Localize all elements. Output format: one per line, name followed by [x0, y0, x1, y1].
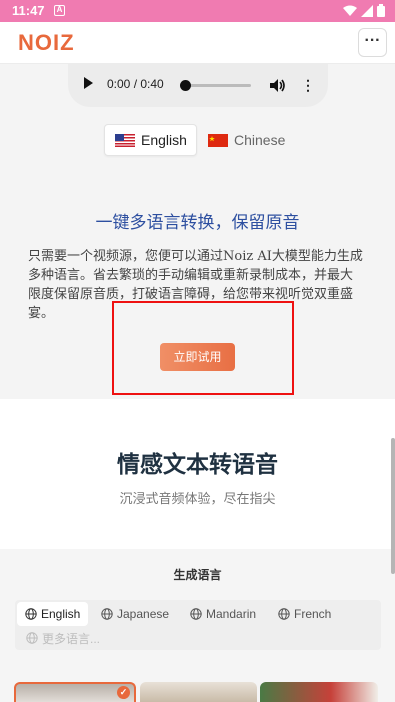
- status-icons: [343, 4, 385, 17]
- globe-icon: [101, 608, 113, 620]
- tag-label: English: [41, 607, 81, 621]
- voice-thumbnail[interactable]: [260, 682, 378, 702]
- signal-icon: [361, 4, 373, 17]
- more-menu-button[interactable]: ···: [358, 28, 387, 57]
- feature-description: 只需要一个视频源，您便可以通过Noiz AI大模型能力生成多种语言。省去繁琐的手…: [28, 249, 363, 321]
- tag-label: Mandarin: [206, 607, 257, 621]
- section-subtitle: 沉浸式音频体验，尽在指尖: [119, 492, 276, 507]
- us-flag-icon: [115, 133, 135, 147]
- cn-flag-icon: [208, 133, 228, 147]
- language-option-chinese[interactable]: Chinese: [206, 124, 291, 156]
- app-header: NOIZ ···: [0, 22, 395, 64]
- seek-bar[interactable]: [181, 84, 251, 87]
- globe-icon: [26, 632, 38, 644]
- seek-thumb[interactable]: [180, 80, 191, 91]
- globe-icon: [25, 608, 37, 620]
- noiz-logo[interactable]: NOIZ: [18, 30, 75, 56]
- voice-thumbnail[interactable]: [140, 682, 257, 702]
- notification-icon: A: [54, 5, 65, 16]
- player-options-icon[interactable]: ⋮: [301, 77, 315, 94]
- status-time: 11:47: [12, 3, 45, 18]
- wifi-icon: [343, 5, 357, 16]
- tag-label: Japanese: [117, 607, 170, 621]
- tag-english[interactable]: English: [17, 602, 89, 626]
- language-option-label: Chinese: [234, 132, 286, 148]
- volume-icon[interactable]: [270, 78, 286, 93]
- tag-mandarin[interactable]: Mandarin: [190, 602, 256, 626]
- status-bar: 11:47 A: [0, 0, 395, 22]
- tag-label: French: [294, 607, 332, 621]
- more-languages-label: 更多语言...: [42, 631, 101, 646]
- feature-headline: 一键多语言转换，保留原音: [95, 213, 300, 233]
- play-icon[interactable]: [84, 77, 93, 89]
- language-option-english[interactable]: English: [104, 124, 197, 156]
- globe-icon: [190, 608, 202, 620]
- tag-french[interactable]: French: [278, 602, 331, 626]
- language-option-label: English: [141, 132, 187, 148]
- audio-time: 0:00 / 0:40: [107, 77, 164, 91]
- tag-japanese[interactable]: Japanese: [101, 602, 169, 626]
- audio-player: 0:00 / 0:40 ⋮: [68, 64, 328, 107]
- globe-icon: [278, 608, 290, 620]
- battery-icon: [377, 4, 385, 17]
- try-now-button[interactable]: 立即试用: [160, 343, 235, 371]
- section-title: 情感文本转语音: [117, 452, 278, 478]
- more-languages-tag[interactable]: 更多语言...: [26, 626, 100, 650]
- voice-thumbnail-selected[interactable]: ✓: [14, 682, 136, 702]
- scrollbar[interactable]: [391, 438, 395, 574]
- generate-title: 生成语言: [173, 568, 222, 582]
- check-icon: ✓: [117, 686, 130, 699]
